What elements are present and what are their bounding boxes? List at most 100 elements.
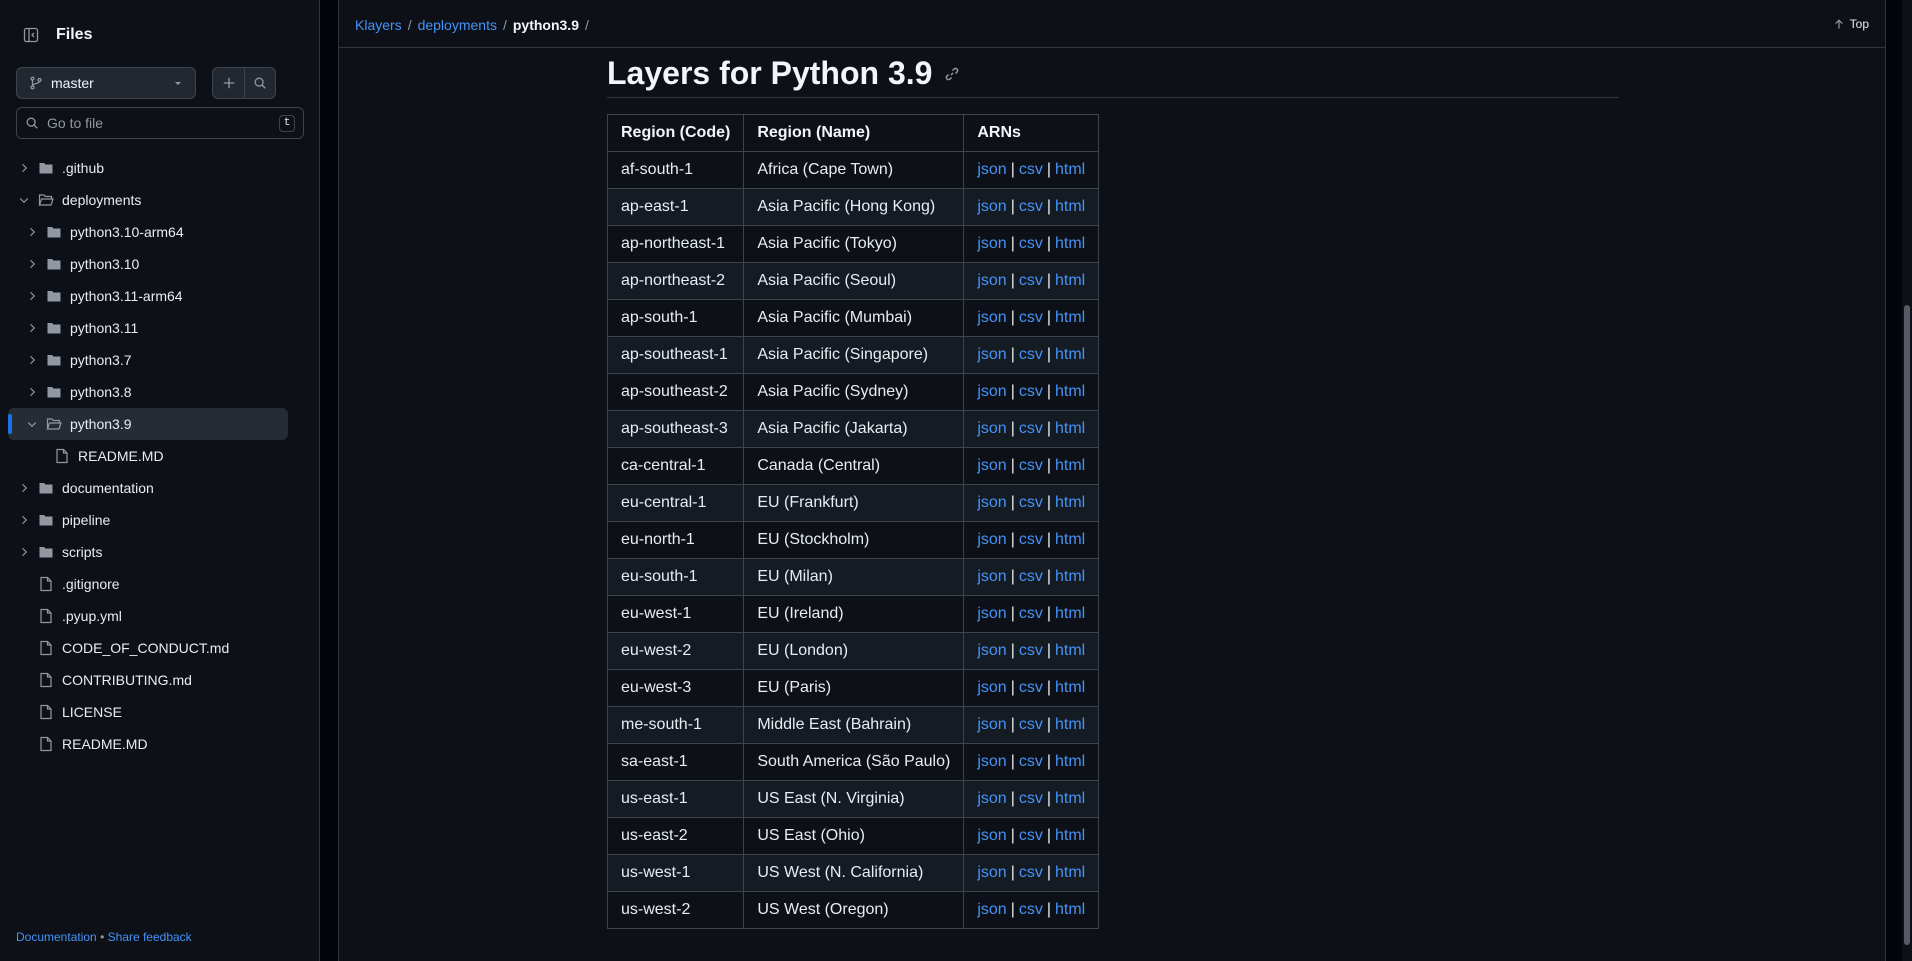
arn-csv-link[interactable]: csv <box>1019 642 1043 659</box>
arn-html-link[interactable]: html <box>1055 642 1085 659</box>
arn-csv-link[interactable]: csv <box>1019 346 1043 363</box>
arn-html-link[interactable]: html <box>1055 309 1085 326</box>
arn-html-link[interactable]: html <box>1055 716 1085 733</box>
arn-json-link[interactable]: json <box>977 864 1006 881</box>
arn-csv-link[interactable]: csv <box>1019 864 1043 881</box>
tree-file-item[interactable]: CODE_OF_CONDUCT.md <box>8 632 304 664</box>
arn-csv-link[interactable]: csv <box>1019 605 1043 622</box>
breadcrumb-deployments-link[interactable]: deployments <box>418 17 497 33</box>
arn-json-link[interactable]: json <box>977 346 1006 363</box>
arn-html-link[interactable]: html <box>1055 346 1085 363</box>
arn-json-link[interactable]: json <box>977 827 1006 844</box>
arn-html-link[interactable]: html <box>1055 679 1085 696</box>
anchor-link-icon[interactable] <box>944 66 960 82</box>
chevron-down-icon[interactable] <box>16 192 32 208</box>
tree-file-item[interactable]: LICENSE <box>8 696 304 728</box>
tree-folder-item[interactable]: python3.10-arm64 <box>8 216 304 248</box>
tree-folder-item[interactable]: documentation <box>8 472 304 504</box>
arn-json-link[interactable]: json <box>977 383 1006 400</box>
documentation-link[interactable]: Documentation <box>16 930 97 944</box>
arn-json-link[interactable]: json <box>977 753 1006 770</box>
collapse-sidebar-icon[interactable] <box>16 20 46 50</box>
chevron-right-icon[interactable] <box>24 288 40 304</box>
arn-json-link[interactable]: json <box>977 198 1006 215</box>
scrollbar-thumb[interactable] <box>1904 305 1910 945</box>
arn-csv-link[interactable]: csv <box>1019 827 1043 844</box>
chevron-down-icon[interactable] <box>24 416 40 432</box>
arn-json-link[interactable]: json <box>977 605 1006 622</box>
tree-folder-item[interactable]: python3.9 <box>8 408 288 440</box>
arn-json-link[interactable]: json <box>977 272 1006 289</box>
arn-csv-link[interactable]: csv <box>1019 753 1043 770</box>
tree-folder-item[interactable]: python3.10 <box>8 248 304 280</box>
arn-json-link[interactable]: json <box>977 716 1006 733</box>
go-to-file-field[interactable]: t <box>16 107 304 139</box>
chevron-right-icon[interactable] <box>16 512 32 528</box>
arn-csv-link[interactable]: csv <box>1019 420 1043 437</box>
breadcrumb-repo-link[interactable]: Klayers <box>355 17 402 33</box>
chevron-right-icon[interactable] <box>24 256 40 272</box>
arn-json-link[interactable]: json <box>977 679 1006 696</box>
tree-folder-item[interactable]: scripts <box>8 536 304 568</box>
arn-json-link[interactable]: json <box>977 531 1006 548</box>
tree-folder-item[interactable]: python3.11-arm64 <box>8 280 304 312</box>
tree-file-item[interactable]: README.MD <box>8 440 304 472</box>
arn-html-link[interactable]: html <box>1055 753 1085 770</box>
chevron-right-icon[interactable] <box>24 320 40 336</box>
tree-folder-item[interactable]: python3.7 <box>8 344 304 376</box>
chevron-right-icon[interactable] <box>16 480 32 496</box>
arn-html-link[interactable]: html <box>1055 568 1085 585</box>
arn-csv-link[interactable]: csv <box>1019 457 1043 474</box>
arn-csv-link[interactable]: csv <box>1019 161 1043 178</box>
tree-file-item[interactable]: .pyup.yml <box>8 600 304 632</box>
chevron-right-icon[interactable] <box>24 224 40 240</box>
tree-file-item[interactable]: CONTRIBUTING.md <box>8 664 304 696</box>
branch-selector-button[interactable]: master <box>16 67 196 99</box>
arn-html-link[interactable]: html <box>1055 383 1085 400</box>
arn-json-link[interactable]: json <box>977 790 1006 807</box>
arn-html-link[interactable]: html <box>1055 605 1085 622</box>
add-file-button[interactable] <box>213 68 244 98</box>
go-to-file-input[interactable] <box>47 115 279 131</box>
arn-html-link[interactable]: html <box>1055 494 1085 511</box>
arn-json-link[interactable]: json <box>977 309 1006 326</box>
arn-html-link[interactable]: html <box>1055 161 1085 178</box>
arn-json-link[interactable]: json <box>977 494 1006 511</box>
arn-json-link[interactable]: json <box>977 901 1006 918</box>
arn-csv-link[interactable]: csv <box>1019 901 1043 918</box>
tree-folder-item[interactable]: pipeline <box>8 504 304 536</box>
tree-file-item[interactable]: .gitignore <box>8 568 304 600</box>
tree-folder-item[interactable]: python3.8 <box>8 376 304 408</box>
arn-html-link[interactable]: html <box>1055 531 1085 548</box>
arn-csv-link[interactable]: csv <box>1019 531 1043 548</box>
back-to-top-link[interactable]: Top <box>1833 17 1869 31</box>
arn-csv-link[interactable]: csv <box>1019 198 1043 215</box>
tree-folder-item[interactable]: python3.11 <box>8 312 304 344</box>
arn-html-link[interactable]: html <box>1055 420 1085 437</box>
arn-html-link[interactable]: html <box>1055 790 1085 807</box>
chevron-right-icon[interactable] <box>16 544 32 560</box>
arn-json-link[interactable]: json <box>977 420 1006 437</box>
arn-csv-link[interactable]: csv <box>1019 679 1043 696</box>
share-feedback-link[interactable]: Share feedback <box>108 930 192 944</box>
search-code-button[interactable] <box>244 68 275 98</box>
chevron-right-icon[interactable] <box>24 352 40 368</box>
arn-html-link[interactable]: html <box>1055 827 1085 844</box>
tree-folder-item[interactable]: deployments <box>8 184 304 216</box>
arn-json-link[interactable]: json <box>977 568 1006 585</box>
chevron-right-icon[interactable] <box>16 160 32 176</box>
arn-html-link[interactable]: html <box>1055 901 1085 918</box>
arn-csv-link[interactable]: csv <box>1019 494 1043 511</box>
arn-json-link[interactable]: json <box>977 642 1006 659</box>
arn-csv-link[interactable]: csv <box>1019 272 1043 289</box>
arn-csv-link[interactable]: csv <box>1019 568 1043 585</box>
arn-csv-link[interactable]: csv <box>1019 716 1043 733</box>
arn-json-link[interactable]: json <box>977 161 1006 178</box>
arn-html-link[interactable]: html <box>1055 457 1085 474</box>
arn-html-link[interactable]: html <box>1055 272 1085 289</box>
chevron-right-icon[interactable] <box>24 384 40 400</box>
arn-html-link[interactable]: html <box>1055 235 1085 252</box>
arn-csv-link[interactable]: csv <box>1019 790 1043 807</box>
arn-json-link[interactable]: json <box>977 235 1006 252</box>
arn-html-link[interactable]: html <box>1055 198 1085 215</box>
